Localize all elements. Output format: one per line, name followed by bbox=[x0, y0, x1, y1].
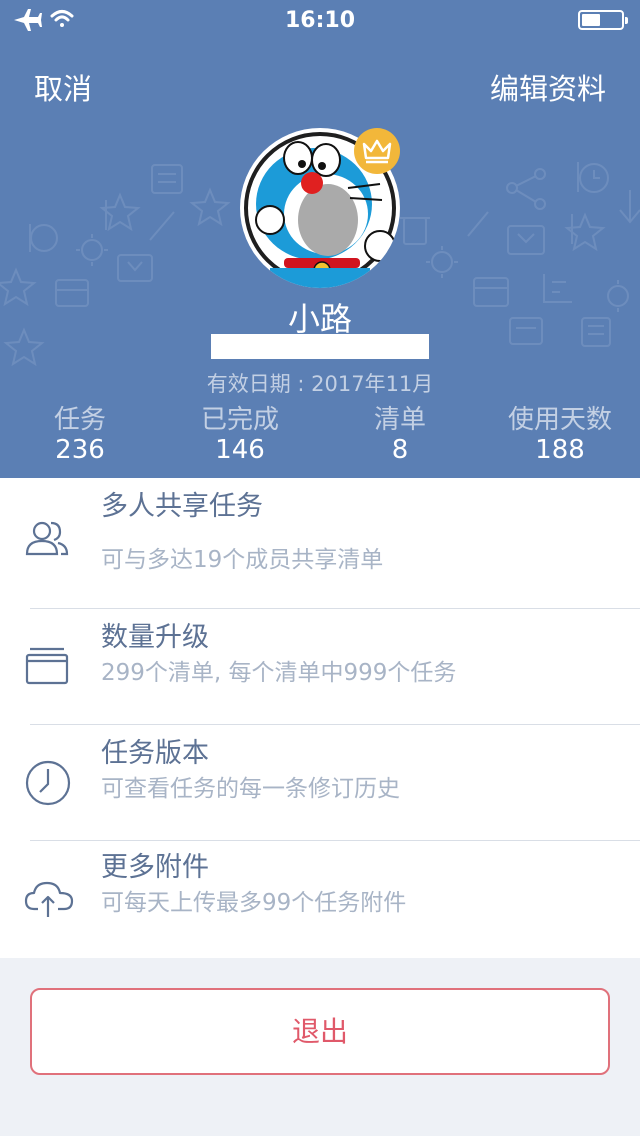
folder-icon bbox=[25, 647, 69, 685]
stat-label: 清单 bbox=[373, 405, 426, 435]
feature-subtitle: 299个清单, 每个清单中999个任务 bbox=[101, 660, 457, 686]
status-bar: 16:10 bbox=[0, 0, 640, 40]
redacted-field bbox=[211, 334, 429, 359]
battery-icon bbox=[578, 10, 628, 30]
feature-subtitle: 可与多达19个成员共享清单 bbox=[101, 547, 384, 573]
stat-lists[interactable]: 清单 8 bbox=[320, 404, 480, 464]
list-item-quantity-upgrade: 数量升级 299个清单, 每个清单中999个任务 bbox=[0, 609, 640, 724]
stat-label: 使用天数 bbox=[507, 405, 612, 435]
stat-label: 已完成 bbox=[200, 405, 279, 435]
feature-title: 任务版本 bbox=[101, 738, 209, 769]
valid-date: 有效日期 : 2017年11月 bbox=[206, 372, 434, 396]
list-item-shared-tasks: 多人共享任务 可与多达19个成员共享清单 bbox=[0, 478, 640, 608]
cancel-button[interactable]: 取消 bbox=[34, 66, 92, 108]
edit-profile-button[interactable]: 编辑资料 bbox=[490, 66, 606, 108]
stat-value: 236 bbox=[55, 435, 105, 465]
profile-header: 16:10 取消 编辑资料 小路 有效日期: 2017年11月 任务 236 … bbox=[0, 0, 640, 478]
stat-label: 任务 bbox=[53, 405, 106, 435]
feature-subtitle: 可每天上传最多99个任务附件 bbox=[101, 890, 407, 916]
users-icon bbox=[25, 521, 69, 556]
stat-value: 146 bbox=[215, 435, 265, 465]
stat-tasks[interactable]: 任务 236 bbox=[0, 404, 160, 464]
stat-completed[interactable]: 已完成 146 bbox=[160, 404, 320, 464]
list-item-more-attachments: 更多附件 可每天上传最多99个任务附件 bbox=[0, 841, 640, 957]
stat-value: 8 bbox=[391, 435, 409, 465]
status-time: 16:10 bbox=[284, 8, 356, 33]
stat-days-used[interactable]: 使用天数 188 bbox=[480, 404, 640, 464]
feature-title: 多人共享任务 bbox=[101, 491, 263, 522]
logout-button[interactable]: 退出 bbox=[30, 988, 610, 1075]
stat-value: 188 bbox=[535, 435, 585, 465]
list-item-task-versions: 任务版本 可查看任务的每一条修订历史 bbox=[0, 725, 640, 840]
crown-icon bbox=[354, 128, 400, 174]
stats-bar: 任务 236 已完成 146 清单 8 使用天数 188 bbox=[0, 404, 640, 468]
feature-list: 多人共享任务 可与多达19个成员共享清单 数量升级 299个清单, 每个清单中9… bbox=[0, 478, 640, 958]
feature-title: 数量升级 bbox=[101, 622, 209, 653]
cloud-upload-icon bbox=[24, 881, 74, 917]
feature-title: 更多附件 bbox=[101, 852, 209, 883]
clock-icon bbox=[25, 760, 71, 806]
feature-subtitle: 可查看任务的每一条修订历史 bbox=[101, 776, 400, 802]
